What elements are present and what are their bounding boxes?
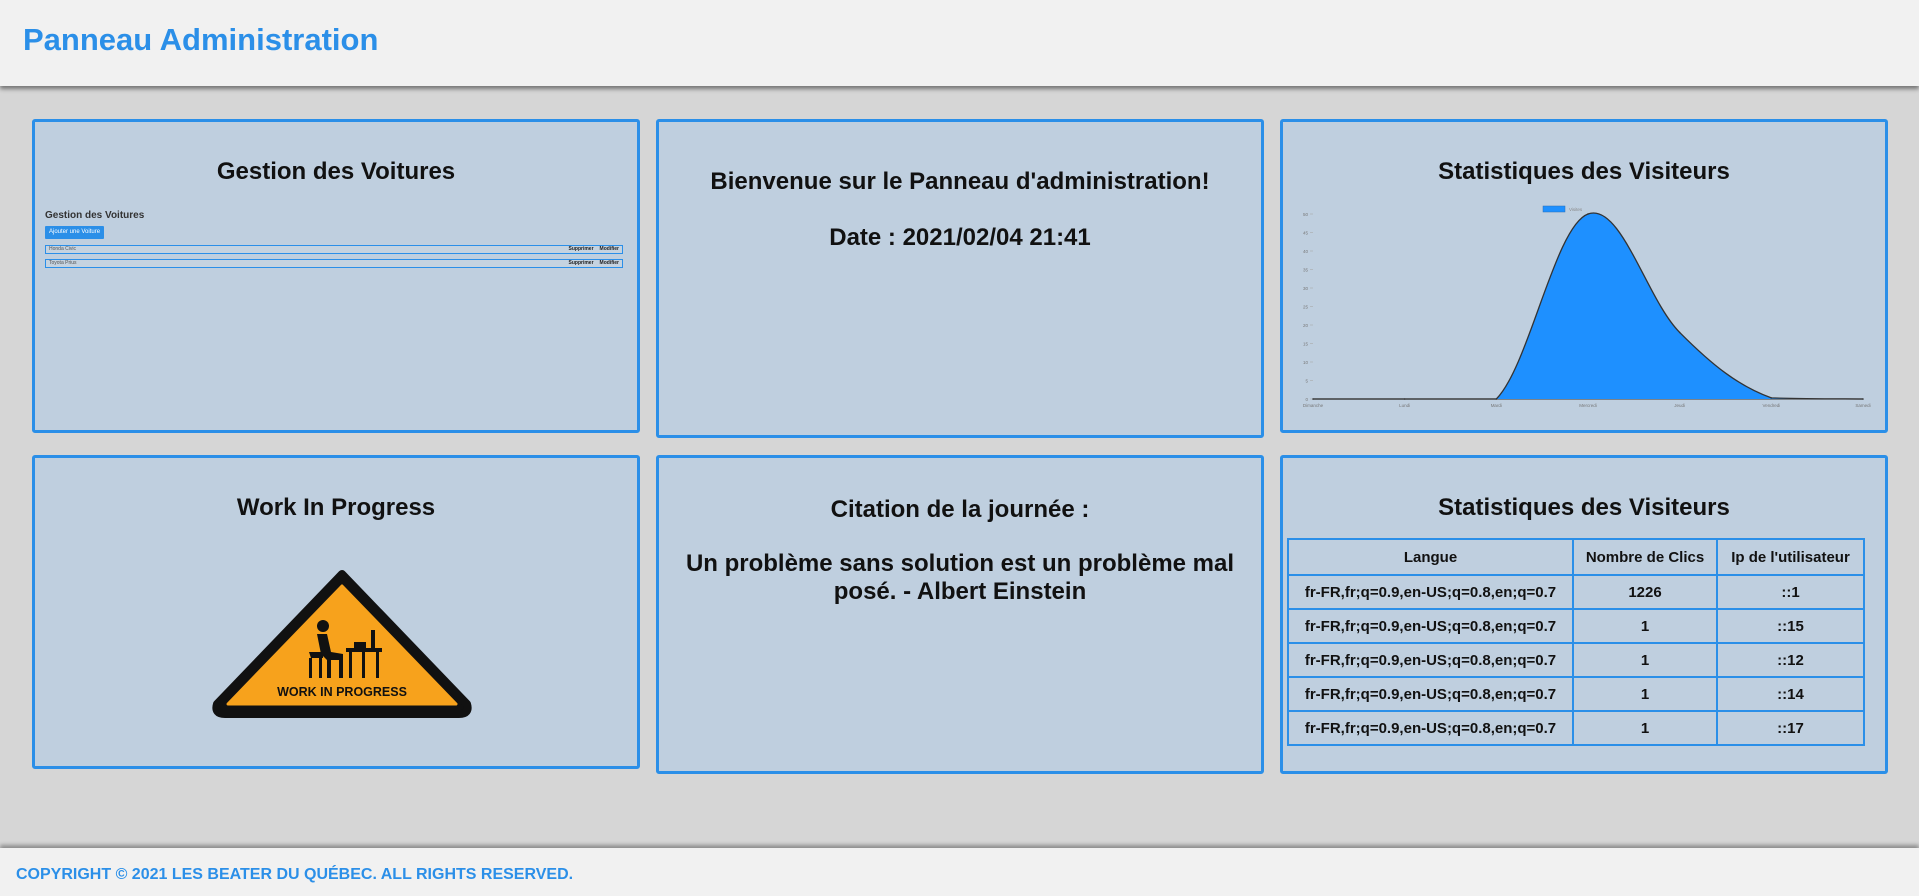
column-header-clicks: Nombre de Clics	[1572, 538, 1718, 576]
legend-swatch	[1542, 205, 1566, 213]
stats-table-title: Statistiques des Visiteurs	[1438, 494, 1730, 521]
welcome-card: Bienvenue sur le Panneau d'administratio…	[656, 119, 1264, 438]
x-tick-label: Mardi	[1491, 403, 1502, 408]
cars-card-title: Gestion des Voitures	[216, 158, 456, 185]
cell-ip: ::14	[1716, 676, 1865, 712]
data-point	[1678, 331, 1681, 334]
wip-sign-label: WORK IN PROGRESS	[277, 685, 407, 699]
data-point	[1770, 397, 1773, 399]
work-in-progress-sign: WORK IN PROGRESS	[212, 570, 472, 718]
cell-ip: ::17	[1716, 710, 1865, 746]
visitors-chart: 0 5 10 15 20 25 30 35 40 45 50 Dimanche Lundi Mardi Me…	[1303, 205, 1871, 408]
x-tick-label: Samedi	[1855, 403, 1870, 408]
y-tick-label: 10	[1303, 360, 1309, 365]
cars-preview-title: Gestion des Voitures	[45, 210, 145, 221]
cell-language: fr-FR,fr;q=0.9,en-US;q=0.8,en;q=0.7	[1287, 642, 1574, 678]
y-tick-label: 25	[1303, 305, 1309, 310]
y-tick-label: 45	[1303, 231, 1309, 236]
car-name: Toyota Prius	[49, 260, 77, 266]
visitors-table: Langue Nombre de Clics Ip de l'utilisate…	[1287, 538, 1865, 746]
cell-clicks: 1	[1572, 676, 1718, 712]
cell-clicks: 1226	[1572, 574, 1718, 610]
x-tick-label: Vendredi	[1762, 403, 1780, 408]
quote-card: Citation de la journée : Un problème san…	[656, 455, 1264, 774]
table-row: fr-FR,fr;q=0.9,en-US;q=0.8,en;q=0.7 1 ::…	[1287, 642, 1865, 678]
cell-clicks: 1	[1572, 710, 1718, 746]
y-tick-label: 35	[1303, 268, 1309, 273]
cell-language: fr-FR,fr;q=0.9,en-US;q=0.8,en;q=0.7	[1287, 676, 1574, 712]
quote-title: Citation de la journée :	[830, 496, 1090, 523]
wip-card: Work In Progress WORK IN PROGRESS	[32, 455, 640, 769]
x-tick-label: Jeudi	[1674, 403, 1685, 408]
table-row: fr-FR,fr;q=0.9,en-US;q=0.8,en;q=0.7 1 ::…	[1287, 710, 1865, 746]
data-point	[1862, 398, 1864, 400]
app-title[interactable]: Panneau Administration	[23, 22, 378, 58]
footer: COPYRIGHT © 2021 LES BEATER DU QUÉBEC. A…	[0, 848, 1919, 896]
current-date: Date : 2021/02/04 21:41	[829, 224, 1091, 251]
data-point	[1587, 213, 1589, 215]
table-row: fr-FR,fr;q=0.9,en-US;q=0.8,en;q=0.7 1226…	[1287, 574, 1865, 610]
x-tick-label: Mercredi	[1579, 403, 1597, 408]
cell-clicks: 1	[1572, 642, 1718, 678]
data-point	[1403, 398, 1406, 400]
series-area	[1313, 212, 1863, 399]
x-tick-label: Lundi	[1399, 403, 1410, 408]
edit-car-button[interactable]: Modifier	[600, 246, 619, 252]
y-tick-label: 20	[1303, 323, 1309, 328]
cell-clicks: 1	[1572, 608, 1718, 644]
y-tick-label: 15	[1303, 342, 1309, 347]
quote-text: Un problème sans solution est un problèm…	[685, 550, 1235, 605]
legend-label: Visites	[1569, 207, 1583, 212]
y-tick-label: 50	[1303, 212, 1309, 217]
data-point	[1312, 398, 1314, 400]
x-tick-label: Dimanche	[1303, 403, 1324, 408]
car-name: Honda Civic	[49, 246, 76, 252]
delete-car-button[interactable]: Supprimer	[569, 260, 594, 266]
cars-card: Gestion des Voitures Gestion des Voiture…	[32, 119, 640, 433]
cell-language: fr-FR,fr;q=0.9,en-US;q=0.8,en;q=0.7	[1287, 608, 1574, 644]
welcome-message: Bienvenue sur le Panneau d'administratio…	[710, 168, 1210, 195]
table-row: fr-FR,fr;q=0.9,en-US;q=0.8,en;q=0.7 1 ::…	[1287, 676, 1865, 712]
delete-car-button[interactable]: Supprimer	[569, 246, 594, 252]
car-row: Honda Civic Supprimer Modifier	[45, 245, 623, 254]
cell-ip: ::15	[1716, 608, 1865, 644]
table-row: fr-FR,fr;q=0.9,en-US;q=0.8,en;q=0.7 1 ::…	[1287, 608, 1865, 644]
wip-card-title: Work In Progress	[236, 494, 436, 521]
cell-language: fr-FR,fr;q=0.9,en-US;q=0.8,en;q=0.7	[1287, 574, 1574, 610]
stats-table-card: Statistiques des Visiteurs Langue Nombre…	[1280, 455, 1888, 774]
add-car-button[interactable]: Ajouter une Voiture	[45, 226, 105, 239]
y-tick-label: 30	[1303, 286, 1309, 291]
edit-car-button[interactable]: Modifier	[600, 260, 619, 266]
y-tick-label: 0	[1305, 397, 1308, 402]
copyright-text: COPYRIGHT © 2021 LES BEATER DU QUÉBEC. A…	[16, 866, 574, 883]
table-header-row: Langue Nombre de Clics Ip de l'utilisate…	[1287, 538, 1865, 576]
car-row: Toyota Prius Supprimer Modifier	[45, 259, 623, 268]
cell-language: fr-FR,fr;q=0.9,en-US;q=0.8,en;q=0.7	[1287, 710, 1574, 746]
data-point	[1495, 398, 1498, 400]
y-tick-label: 5	[1305, 379, 1308, 384]
cell-ip: ::12	[1716, 642, 1865, 678]
header: Panneau Administration	[0, 0, 1919, 86]
column-header-language: Langue	[1287, 538, 1574, 576]
y-tick-label: 40	[1303, 249, 1309, 254]
column-header-ip: Ip de l'utilisateur	[1716, 538, 1865, 576]
cell-ip: ::1	[1716, 574, 1865, 610]
chart-card: Statistiques des Visiteurs 0 5 10 15 20 25 30 3…	[1280, 119, 1888, 433]
